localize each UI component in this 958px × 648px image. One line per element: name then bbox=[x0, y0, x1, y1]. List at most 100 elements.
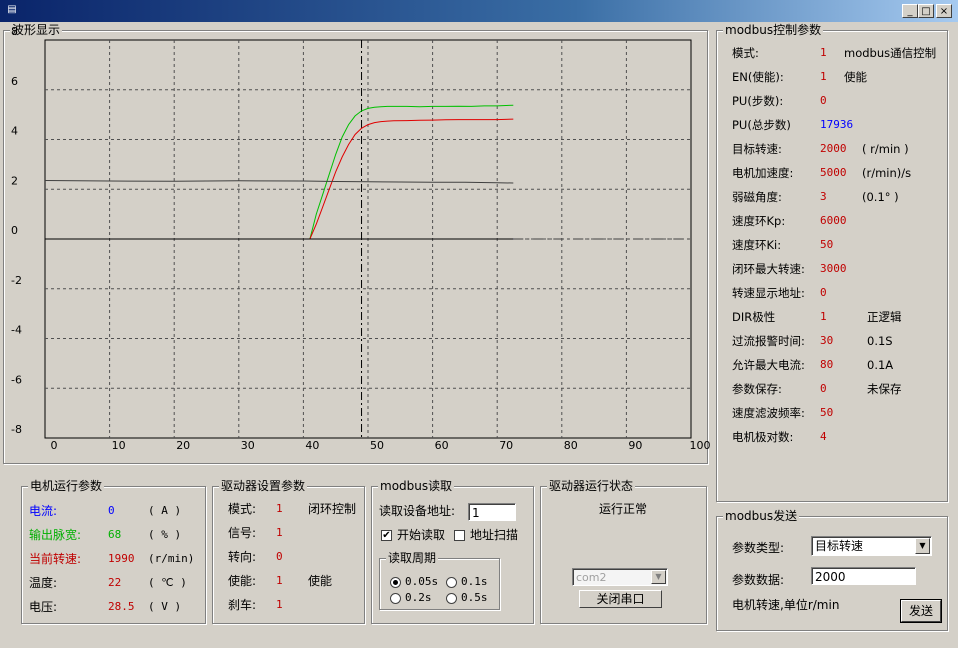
modbus-send-title: modbus发送 bbox=[723, 508, 800, 524]
modbus-param-label: 参数保存: bbox=[732, 382, 782, 396]
driver-param-label: 信号: bbox=[228, 526, 257, 540]
modbus-param-label: 过流报警时间: bbox=[732, 334, 805, 348]
x-tick-label: 60 bbox=[435, 439, 449, 452]
driver-param-label: 转向: bbox=[228, 550, 257, 564]
close-port-button[interactable]: 关闭串口 bbox=[579, 590, 662, 608]
period-radio-label: 0.1s bbox=[461, 575, 488, 588]
modbus-param-note: 使能 bbox=[844, 70, 867, 84]
motor-param-unit: (r/min) bbox=[148, 552, 195, 565]
motor-param-value: 28.5 bbox=[108, 600, 135, 613]
period-radio[interactable] bbox=[390, 593, 401, 604]
read-address-label: 读取设备地址: bbox=[379, 504, 456, 518]
param-type-label: 参数类型: bbox=[732, 541, 785, 555]
driver-param-value: 1 bbox=[276, 598, 283, 611]
modbus-read-title: modbus读取 bbox=[378, 478, 455, 494]
modbus-param-value: 2000 bbox=[820, 142, 847, 155]
driver-status-text: 运行正常 bbox=[599, 502, 648, 516]
maximize-button[interactable]: □ bbox=[918, 4, 934, 18]
send-button[interactable]: 发送 bbox=[900, 599, 942, 623]
modbus-param-value: 0 bbox=[820, 382, 827, 395]
x-tick-label: 0 bbox=[51, 439, 58, 452]
y-tick-label: 8 bbox=[11, 25, 18, 38]
y-tick-label: -8 bbox=[11, 423, 22, 436]
param-data-input[interactable]: 2000 bbox=[811, 567, 916, 585]
modbus-param-note: 0.1A bbox=[867, 358, 894, 372]
x-tick-label: 80 bbox=[564, 439, 578, 452]
modbus-param-label: 目标转速: bbox=[732, 142, 782, 156]
modbus-param-value: 0 bbox=[820, 94, 827, 107]
y-tick-label: -6 bbox=[11, 373, 22, 386]
motor-param-value: 68 bbox=[108, 528, 122, 541]
address-scan-label: 地址扫描 bbox=[470, 528, 519, 542]
period-radio-label: 0.5s bbox=[461, 591, 488, 604]
modbus-param-note: (0.1° ) bbox=[862, 190, 899, 204]
modbus-param-label: 允许最大电流: bbox=[732, 358, 805, 372]
driver-param-label: 刹车: bbox=[228, 598, 257, 612]
modbus-param-value: 1 bbox=[820, 46, 827, 59]
modbus-param-value: 5000 bbox=[820, 166, 847, 179]
modbus-param-label: PU(总步数) bbox=[732, 118, 791, 132]
close-button[interactable]: × bbox=[936, 4, 952, 18]
modbus-param-value: 3000 bbox=[820, 262, 847, 275]
chevron-down-icon[interactable]: ▼ bbox=[915, 538, 930, 554]
x-tick-label: 50 bbox=[370, 439, 384, 452]
y-tick-label: 2 bbox=[11, 174, 18, 187]
driver-status-title: 驱动器运行状态 bbox=[547, 478, 636, 494]
motor-params-group: 电机运行参数 电流: 0 ( A ) 输出脉宽: 68 ( % ) 当前转速: 1990 (r/… bbox=[21, 478, 206, 624]
motor-param-unit: ( ℃ ) bbox=[148, 576, 187, 589]
modbus-param-note: 0.1S bbox=[867, 334, 893, 348]
driver-settings-group: 驱动器设置参数 模式: 1 闭环控制 信号: 1 转向: 0 使能: 1 使能 刹车: 1 bbox=[212, 478, 365, 624]
period-radio[interactable] bbox=[390, 577, 401, 588]
y-tick-label: -2 bbox=[11, 274, 22, 287]
driver-param-note: 使能 bbox=[308, 574, 333, 588]
driver-param-note: 闭环控制 bbox=[308, 502, 357, 516]
motor-param-label: 温度: bbox=[29, 576, 58, 590]
driver-settings-title: 驱动器设置参数 bbox=[219, 478, 308, 494]
start-read-checkbox[interactable]: ✔ bbox=[381, 530, 392, 541]
modbus-param-label: 转速显示地址: bbox=[732, 286, 805, 300]
read-address-input[interactable]: 1 bbox=[468, 503, 516, 521]
driver-status-group: 驱动器运行状态 运行正常 com2 ▼ 关闭串口 bbox=[540, 478, 707, 624]
x-tick-label: 70 bbox=[499, 439, 513, 452]
modbus-param-label: 电机加速度: bbox=[732, 166, 794, 180]
param-type-select[interactable]: 目标转速 ▼ bbox=[811, 536, 932, 556]
modbus-param-label: 速度环Kp: bbox=[732, 214, 786, 228]
period-radio-label: 0.05s bbox=[405, 575, 439, 588]
modbus-param-note: ( r/min ) bbox=[862, 142, 909, 156]
driver-param-value: 0 bbox=[276, 550, 283, 563]
driver-param-value: 1 bbox=[276, 526, 283, 539]
modbus-param-value: 50 bbox=[820, 406, 834, 419]
param-data-label: 参数数据: bbox=[732, 573, 785, 587]
modbus-param-label: DIR极性 bbox=[732, 310, 776, 324]
modbus-read-group: modbus读取 读取设备地址: 1 ✔ 开始读取 地址扫描 读取周期 0.05… bbox=[371, 478, 534, 624]
modbus-send-group: modbus发送 参数类型: 目标转速 ▼ 参数数据: 2000 电机转速,单位… bbox=[716, 508, 948, 631]
waveform-chart: 0 10 20 30 40 50 60 70 80 90 10086420-2-4-6-8 bbox=[11, 25, 710, 452]
motor-params-title: 电机运行参数 bbox=[28, 478, 105, 494]
address-scan-checkbox[interactable] bbox=[454, 530, 465, 541]
modbus-param-note: 未保存 bbox=[867, 382, 902, 396]
period-radio[interactable] bbox=[446, 593, 457, 604]
modbus-param-label: 速度滤波频率: bbox=[732, 406, 805, 420]
modbus-param-note: (r/min)/s bbox=[862, 166, 912, 180]
y-tick-label: 6 bbox=[11, 75, 18, 88]
modbus-param-value: 0 bbox=[820, 286, 827, 299]
modbus-param-label: EN(使能): bbox=[732, 70, 784, 84]
modbus-param-value: 1 bbox=[820, 70, 827, 83]
y-tick-label: 0 bbox=[11, 224, 18, 237]
read-period-group: 读取周期 0.05s 0.1s 0.2s 0.5s bbox=[379, 550, 500, 610]
motor-param-label: 电压: bbox=[29, 600, 58, 614]
modbus-param-value: 17936 bbox=[820, 118, 854, 131]
modbus-param-value: 3 bbox=[820, 190, 827, 203]
chevron-down-icon[interactable]: ▼ bbox=[651, 570, 666, 584]
minimize-button[interactable]: _ bbox=[902, 4, 918, 18]
motor-param-label: 输出脉宽: bbox=[29, 528, 82, 542]
x-tick-label: 30 bbox=[241, 439, 255, 452]
driver-param-label: 模式: bbox=[228, 502, 257, 516]
period-radio[interactable] bbox=[446, 577, 457, 588]
modbus-param-note: 正逻辑 bbox=[867, 310, 902, 324]
checkmark-icon: ✔ bbox=[382, 530, 391, 541]
com-port-select[interactable]: com2 ▼ bbox=[572, 568, 668, 586]
motor-param-value: 1990 bbox=[108, 552, 135, 565]
modbus-param-value: 30 bbox=[820, 334, 834, 347]
motor-param-unit: ( % ) bbox=[148, 528, 182, 541]
